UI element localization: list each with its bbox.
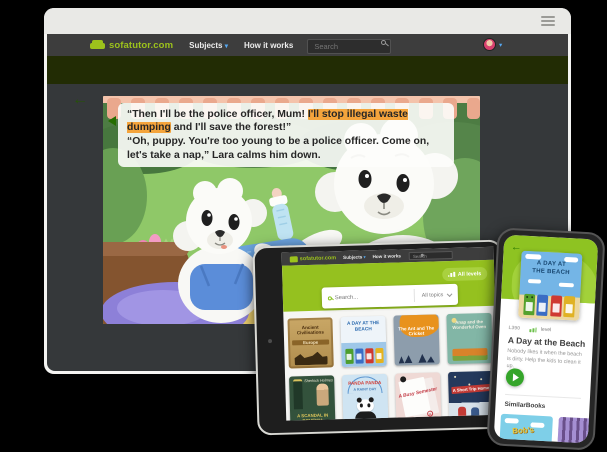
book-cover-ancient-civilisations[interactable]: Ancient Civilisations Europe <box>287 317 333 368</box>
similar-book-cover-bobs[interactable]: Bob's <box>499 414 553 444</box>
back-arrow[interactable]: ← <box>72 91 88 109</box>
level-code: L390 <box>508 325 520 332</box>
panda-art <box>355 399 377 421</box>
search-input[interactable] <box>307 39 391 54</box>
book-cover-ant-and-cricket[interactable]: The Ant and The Cricket <box>393 314 439 365</box>
similar-books-row: Bob's <box>499 414 598 444</box>
logo-text: sofatutor.com <box>109 40 173 51</box>
speech-line-1: “Then I'll be the police officer, Mum! I… <box>127 108 445 134</box>
trash-bins-art <box>518 294 580 318</box>
chevron-down-icon: ▾ <box>225 43 228 50</box>
book-search-input[interactable] <box>335 293 393 301</box>
book-cover-anap-wonderful-oven[interactable]: Anap and the Wonderful Oven <box>446 313 492 364</box>
book-cover-panda-panda[interactable]: PANDA PANDA A RAINY DAY <box>342 374 388 421</box>
user-menu[interactable]: ▾ <box>483 38 502 51</box>
couch-icon <box>90 40 105 51</box>
topics-dropdown[interactable]: All topics <box>414 288 458 302</box>
level-row: L390 level <box>508 325 551 333</box>
back-arrow[interactable]: ← <box>510 241 522 254</box>
similar-book-cover-2[interactable] <box>557 417 598 444</box>
nav-subjects[interactable]: Subjects ▾ <box>343 254 366 260</box>
similar-books-heading: SimilarBooks <box>504 401 545 410</box>
chevron-down-icon: ▾ <box>499 41 502 49</box>
site-navbar: sofatutor.com Subjects ▾ How it works ▾ <box>47 34 568 56</box>
book-cover-a-day-at-the-beach[interactable]: A DAY AT THE BEACH <box>340 316 386 367</box>
site-header-strip <box>47 56 568 84</box>
book-cover-detail[interactable]: A DAY AT THE BEACH <box>518 251 582 321</box>
speech-line-2: “Oh, puppy. You're too young to be a pol… <box>127 135 445 161</box>
book-cover-scandal-in-bohemia[interactable]: Sherlock Holmes A SCANDAL IN BOHEMIA <box>289 375 335 420</box>
search-icon <box>328 296 332 300</box>
level-bars-icon <box>530 327 537 332</box>
chevron-down-icon <box>447 291 452 296</box>
tablet-screen: sofatutor.com Subjects ▾ How it works Se… <box>282 247 499 421</box>
nav-how-it-works[interactable]: How it works <box>244 41 293 50</box>
nav-how-it-works[interactable]: How it works <box>372 253 400 259</box>
hamburger-menu-icon[interactable] <box>541 16 555 26</box>
tablet-camera <box>268 339 272 343</box>
phone-screen: ← A DAY AT THE BEACH L390 <box>494 235 599 444</box>
nav-search[interactable]: Search <box>409 250 453 259</box>
audio-play-marker-icon[interactable] <box>108 116 116 126</box>
couch-icon <box>290 256 298 262</box>
play-button[interactable] <box>505 368 524 387</box>
story-speech-box: “Then I'll be the police officer, Mum! I… <box>118 103 454 167</box>
nav-subjects[interactable]: Subjects ▾ <box>189 41 228 50</box>
book-search-bar: All topics <box>322 284 459 309</box>
marketing-composition: sofatutor.com Subjects ▾ How it works ▾ <box>0 0 607 452</box>
level-bars-icon <box>448 272 455 277</box>
nav-search <box>307 36 391 54</box>
search-icon <box>381 40 386 45</box>
browser-chrome-bar <box>44 8 571 34</box>
all-levels-button[interactable]: All levels <box>442 267 488 281</box>
ink-dot <box>400 376 406 382</box>
book-grid: Ancient Civilisations Europe A DAY AT TH… <box>287 313 494 421</box>
level-label: level <box>541 327 552 334</box>
sofatutor-logo[interactable]: sofatutor.com <box>90 40 173 51</box>
book-cover-a-busy-semester[interactable]: A Busy Semester A <box>395 372 441 420</box>
divider <box>505 394 581 399</box>
search-icon <box>421 254 424 257</box>
logo-text[interactable]: sofatutor.com <box>300 255 337 262</box>
avatar <box>483 38 496 51</box>
phone-mockup: ← A DAY AT THE BEACH L390 <box>486 227 605 450</box>
book-title: A Day at the Beach <box>508 335 586 349</box>
tablet-mockup: sofatutor.com Subjects ▾ How it works Se… <box>252 240 507 436</box>
trash-bins-art <box>341 348 386 364</box>
chevron-down-icon: ▾ <box>363 254 365 259</box>
